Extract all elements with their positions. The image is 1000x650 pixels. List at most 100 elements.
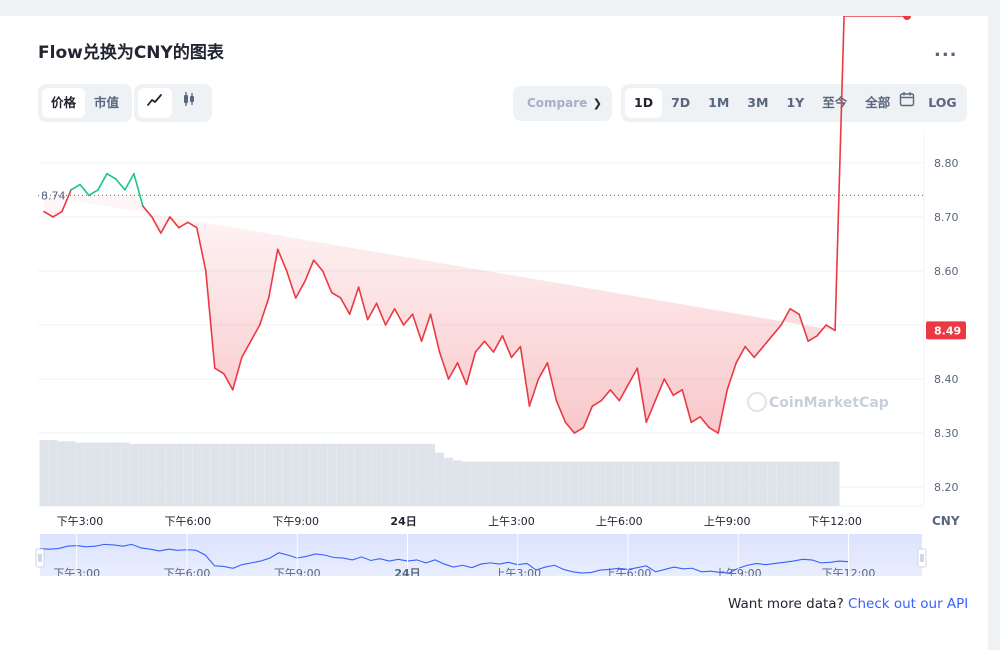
volume-bar [390,443,399,506]
volume-bar [372,443,382,506]
volume-bar [57,441,67,506]
navigator-tick-label: 上午3:00 [494,567,541,576]
volume-bar [560,461,570,506]
navigator-tick-label: 下午3:00 [53,567,100,576]
volume-bar [426,443,435,506]
volume-bar [120,442,130,506]
volume-bar [668,461,678,506]
volume-bar [75,442,85,506]
currency-label: CNY [932,514,960,528]
volume-bar [174,443,184,506]
x-tick-label: 下午9:00 [272,515,319,528]
volume-bar [650,461,660,506]
volume-bar [111,442,121,506]
x-tick-label: 下午3:00 [57,515,104,528]
y-tick-label: 8.30 [934,427,959,440]
volume-bar [210,443,220,506]
volume-bar [677,461,687,506]
y-tick-label: 8.80 [934,157,959,170]
volume-bar [129,443,139,506]
volume-bar [605,461,615,506]
handle-grip [917,548,927,568]
price-line-segment [106,172,117,180]
volume-bar [659,461,669,506]
x-tick-label: 上午3:00 [488,515,535,528]
volume-bar [623,461,633,506]
api-promo: Want more data? Check out our API [728,596,968,612]
volume-bar [300,443,310,506]
navigator-handle-right[interactable] [917,548,927,568]
navigator-tick-label: 上午9:00 [715,567,762,576]
y-tick-label: 8.40 [934,373,959,386]
volume-bar [147,443,157,506]
api-prefix: Want more data? [728,596,844,612]
volume-bar [740,461,750,506]
price-line-segment [834,16,845,332]
volume-bar [767,461,777,506]
volume-bar [632,461,642,506]
volume-bar [264,443,274,506]
volume-bar [102,442,112,506]
volume-bar [480,461,489,506]
volume-bar [417,443,426,506]
volume-bar [228,443,238,506]
volume-bar [695,461,705,506]
volume-bar [462,461,471,506]
volume-bar [471,461,480,506]
watermark-logo-icon [747,392,767,412]
volume-bar [273,443,283,506]
volume-bar [516,461,525,506]
api-link[interactable]: Check out our API [848,596,968,612]
price-line-segment [79,183,90,197]
navigator-handle-left[interactable] [35,548,45,568]
volume-bar [93,442,103,506]
price-line-segment [115,178,126,191]
x-tick-label: 上午9:00 [704,515,751,528]
volume-bar [309,443,319,506]
volume-bar [758,461,768,506]
volume-bar [552,461,561,506]
volume-bar [722,461,732,506]
navigator-tick-label: 上午6:00 [605,567,652,576]
volume-bar [534,461,543,506]
volume-bar [498,461,507,506]
volume-bar [381,443,391,506]
x-tick-label: 24日 [390,515,416,528]
navigator-tick-label: 下午12:00 [822,567,876,576]
volume-bar [39,440,49,506]
volume-bar [587,461,597,506]
volume-bar [704,461,714,506]
volume-bar [291,443,301,506]
volume-bar [165,443,175,506]
volume-bar [435,452,444,506]
volume-bar [327,443,337,506]
current-price-label: 8.49 [934,324,961,337]
volume-bar [776,461,786,506]
volume-bar [453,460,462,506]
y-tick-label: 8.70 [934,211,959,224]
volume-bar [282,443,292,506]
price-chart: 8.80 8.70 8.60 8.40 8.30 8.20 8.74 8.49 CoinMark… [35,16,966,576]
volume-bar [255,443,265,506]
volume-bar [507,461,516,506]
volume-bar [578,461,588,506]
price-line-segment [88,189,99,197]
volume-bar [363,443,373,506]
y-tick-label: 8.60 [934,265,959,278]
volume-bar [201,443,211,506]
volume-bar [525,461,534,506]
price-line-segment [124,172,135,191]
price-chart-card: Flow兑换为CNY的图表 ... 价格 市值 Compare ❯ 1D 7D [0,16,988,650]
navigator-tick-label: 下午9:00 [274,567,321,576]
volume-bar [444,457,453,506]
volume-bar [138,443,148,506]
volume-bar [794,461,804,506]
handle-grip [35,548,45,568]
x-tick-label: 下午6:00 [164,515,211,528]
volume-bar [192,443,202,506]
volume-bar [408,443,417,506]
volume-bar [399,443,408,506]
y-tick-label: 8.20 [934,481,959,494]
volume-bar [66,441,76,506]
volume-bar [812,461,822,506]
